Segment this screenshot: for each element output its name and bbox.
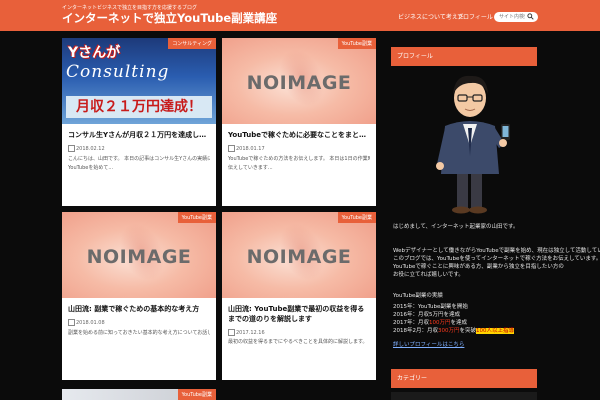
history-text: ：YouTube副業を開始	[412, 304, 468, 310]
excerpt-line: 最初の収益を得るまでにやるべきことを具体的に解説します。	[228, 339, 368, 345]
history-text: ：月収	[412, 320, 430, 326]
profile-intro-line: このブログでは、YouTubeを使ってインターネットで稼ぐ方法をお伝えしています…	[393, 256, 600, 262]
category-badge[interactable]: コンサルティング	[168, 38, 216, 49]
history-year: 2018年2月	[393, 328, 422, 334]
excerpt-line: YouTubeで稼ぐための方法をお伝えします。 本日は1日の作業時間を確保するた…	[228, 156, 370, 162]
thumbnail-caption: Consulting	[66, 62, 170, 82]
article-date-text: 2018.01.17	[236, 146, 265, 152]
nav-item-business[interactable]: ビジネスについて考えた	[398, 12, 464, 21]
nav-item-profile[interactable]: プロフィール	[457, 12, 493, 21]
no-image-label: NOIMAGE	[86, 246, 192, 268]
category-badge[interactable]: YouTube副業	[177, 212, 216, 223]
calendar-icon	[228, 329, 235, 336]
excerpt-line: 伝えしていきます...	[228, 165, 273, 171]
excerpt-line: こんにちは、山田です。 本日の記事はコンサル生Yさんの実績についてご紹介します。…	[68, 156, 210, 162]
achievement-badge: 100人以上指導	[476, 328, 515, 334]
history-highlight: 300万円	[438, 328, 460, 334]
category-badge[interactable]: YouTube副業	[177, 389, 216, 400]
article-excerpt: 副業を始める前に知っておきたい基本的な考え方についてお話しします。	[68, 329, 210, 338]
article-excerpt: こんにちは、山田です。 本日の記事はコンサル生Yさんの実績についてご紹介します。…	[68, 155, 210, 173]
article-title[interactable]: YouTubeで稼ぐために必要なことをまとめました。初心者の方は必見です	[228, 130, 370, 140]
category-badge[interactable]: YouTube副業	[337, 212, 376, 223]
article-date-text: 2018.01.08	[76, 320, 105, 326]
article-card[interactable]: NOIMAGE YouTube副業 山田流: 副業で稼ぐための基本的な考え方 2…	[62, 212, 216, 380]
profile-detail-link[interactable]: 詳しいプロフィールはこちら	[393, 340, 464, 348]
history-year: 2016年	[393, 312, 413, 318]
excerpt-line: 副業を始める前に知っておきたい基本的な考え方についてお話しします。	[68, 330, 210, 336]
no-image-label: NOIMAGE	[246, 246, 352, 268]
profile-avatar	[436, 75, 510, 214]
profile-intro-line: Webデザイナーとして働きながらYouTubeで副業を始め、現在は独立して活動し…	[393, 248, 600, 254]
search-input[interactable]	[499, 13, 525, 21]
sidebar-widget	[391, 392, 537, 400]
sidebar-heading-category: カテゴリー	[391, 369, 537, 388]
article-date: 2018.01.17	[228, 145, 265, 152]
history-highlight: 100万円	[429, 320, 451, 326]
history-text: ：月収	[421, 328, 439, 334]
search-icon[interactable]	[527, 13, 534, 20]
history-item: 2016年：月収5万円を達成	[393, 311, 460, 319]
article-title[interactable]: コンサル生Yさんが月収２１万円を達成しました！	[68, 130, 210, 140]
category-badge[interactable]: YouTube副業	[337, 38, 376, 49]
article-thumbnail[interactable]: Yさんが Consulting 月収２１万円達成！	[62, 38, 216, 124]
article-excerpt: 最初の収益を得るまでにやるべきことを具体的に解説します。	[228, 338, 370, 347]
history-text: を達成	[450, 320, 468, 326]
profile-intro-line: お役に立てれば嬉しいです。	[393, 272, 464, 278]
sidebar-heading-profile: プロフィール	[391, 47, 537, 66]
article-date: 2018.01.08	[68, 319, 105, 326]
article-date: 2017.12.16	[228, 329, 265, 336]
history-text: ：月収5万円を達成	[412, 312, 461, 318]
article-thumbnail[interactable]: NOIMAGE	[62, 212, 216, 298]
article-thumbnail[interactable]: NOIMAGE	[222, 38, 376, 124]
history-year: 2017年	[393, 320, 413, 326]
history-item: 2017年：月収100万円を達成	[393, 319, 467, 327]
article-card[interactable]: NOIMAGE YouTube副業 山田流: YouTube副業で最初の収益を得…	[222, 212, 376, 380]
thumbnail-caption: 月収２１万円達成！	[66, 96, 212, 118]
profile-intro-line: YouTubeで稼ぐことに興味がある方、副業から独立を目指したい方の	[393, 264, 564, 270]
history-year: 2015年	[393, 304, 413, 310]
excerpt-line: YouTubeを始めて...	[68, 165, 114, 171]
calendar-icon	[68, 145, 75, 152]
search-box	[494, 12, 538, 22]
history-title: YouTube副業の実績	[393, 293, 443, 299]
thumbnail-caption: Yさんが	[68, 45, 121, 61]
profile-greeting: はじめまして、インターネット起業家の山田です。	[393, 224, 519, 230]
article-thumbnail[interactable]: NOIMAGE	[222, 212, 376, 298]
article-title[interactable]: 山田流: 副業で稼ぐための基本的な考え方	[68, 304, 210, 314]
calendar-icon	[68, 319, 75, 326]
history-item: 2015年：YouTube副業を開始	[393, 303, 468, 311]
article-card[interactable]: YouTube副業	[62, 389, 216, 400]
article-card[interactable]: Yさんが Consulting 月収２１万円達成！ コンサルティング コンサル生…	[62, 38, 216, 206]
history-item: 2018年2月：月収300万円を突破100人以上指導	[393, 327, 515, 335]
article-card[interactable]: NOIMAGE YouTube副業 YouTubeで稼ぐために必要なことをまとめ…	[222, 38, 376, 206]
history-text: を突破	[459, 328, 477, 334]
site-title[interactable]: インターネットで独立YouTube副業講座	[62, 10, 277, 26]
article-date: 2018.02.12	[68, 145, 105, 152]
article-date-text: 2017.12.16	[236, 330, 265, 336]
article-excerpt: YouTubeで稼ぐための方法をお伝えします。 本日は1日の作業時間を確保するた…	[228, 155, 370, 173]
article-title[interactable]: 山田流: YouTube副業で最初の収益を得るまでの道のりを解説します	[228, 304, 370, 324]
article-date-text: 2018.02.12	[76, 146, 105, 152]
calendar-icon	[228, 145, 235, 152]
site-header: インターネットビジネスで独立を目指す方を応援するブログ インターネットで独立Yo…	[0, 0, 600, 31]
no-image-label: NOIMAGE	[246, 72, 352, 94]
